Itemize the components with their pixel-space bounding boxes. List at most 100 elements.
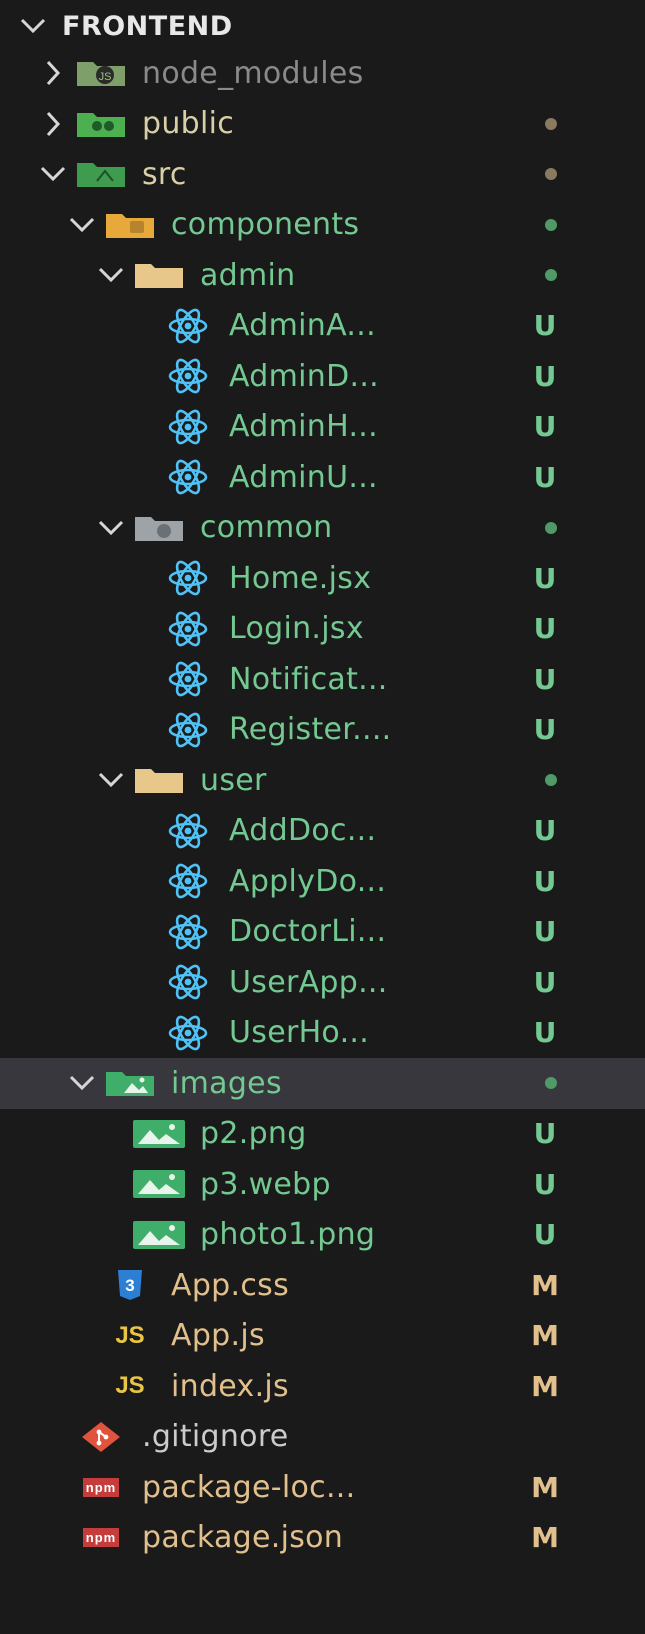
js-icon: JS xyxy=(115,1372,145,1400)
tree-item-components[interactable]: components xyxy=(0,200,645,251)
tree-item-index-js[interactable]: JS index.js M xyxy=(0,1361,645,1412)
tree-item-label: common xyxy=(200,510,333,546)
src-folder-icon xyxy=(72,154,130,194)
tree-item-applydo[interactable]: ApplyDo... U xyxy=(0,856,645,907)
react-icon xyxy=(159,558,217,598)
npm-icon: npm xyxy=(72,1467,130,1507)
tree-item-label: AdminH... xyxy=(229,409,378,445)
tree-item-images[interactable]: images xyxy=(0,1058,645,1109)
tree-item-label: DoctorLi... xyxy=(229,914,387,950)
tree-item-label: index.js xyxy=(171,1368,289,1404)
components-folder-icon xyxy=(101,205,159,245)
file-explorer-tree: FRONTEND JS node_modulespublic src componen… xyxy=(0,0,645,1634)
tree-item-adminh[interactable]: AdminH... U xyxy=(0,402,645,453)
react-icon xyxy=(159,306,217,346)
tree-item-label: AdminD... xyxy=(229,358,380,394)
tree-item-label: components xyxy=(171,207,360,243)
chevron-down-icon[interactable] xyxy=(92,509,130,547)
tree-item-label: Register.... xyxy=(229,712,392,748)
public-folder-icon xyxy=(72,104,130,144)
tree-item-admind[interactable]: AdminD... U xyxy=(0,351,645,402)
tree-item-label: ApplyDo... xyxy=(229,863,387,899)
modified-badge: M xyxy=(531,1319,559,1353)
tree-item-adddoc[interactable]: AddDoc... U xyxy=(0,806,645,857)
tree-item-admin[interactable]: admin xyxy=(0,250,645,301)
untracked-badge: U xyxy=(533,915,557,949)
tree-item-label: package-loc... xyxy=(142,1469,356,1505)
tree-item-label: UserApp... xyxy=(229,964,388,1000)
tree-item-package-loc[interactable]: npm package-loc... M xyxy=(0,1462,645,1513)
tree-item-src[interactable]: src xyxy=(0,149,645,200)
chevron-right-icon[interactable] xyxy=(34,54,72,92)
untracked-badge: U xyxy=(533,713,557,747)
folder-icon xyxy=(130,760,188,800)
react-icon xyxy=(159,1013,217,1053)
react-icon xyxy=(159,659,217,699)
untracked-badge: U xyxy=(533,460,557,494)
changes-dot-indicator xyxy=(545,1077,557,1090)
tree-item-label: images xyxy=(171,1065,282,1101)
tree-item-label: Login.jsx xyxy=(229,611,364,647)
tree-item-common[interactable]: common xyxy=(0,503,645,554)
chevron-down-icon[interactable] xyxy=(92,256,130,294)
explorer-root-label: FRONTEND xyxy=(62,10,233,42)
explorer-root-frontend[interactable]: FRONTEND xyxy=(0,0,645,52)
untracked-badge: U xyxy=(533,864,557,898)
js-folder-icon: JS xyxy=(72,53,130,93)
tree-item-home-jsx[interactable]: Home.jsx U xyxy=(0,553,645,604)
modified-badge: M xyxy=(531,1369,559,1403)
common-folder-icon xyxy=(130,508,188,548)
tree-item-app-js[interactable]: JS App.js M xyxy=(0,1311,645,1362)
untracked-badge: U xyxy=(533,359,557,393)
tree-item-doctorli[interactable]: DoctorLi... U xyxy=(0,907,645,958)
tree-item-photo1-png[interactable]: photo1.png U xyxy=(0,1210,645,1261)
tree-item-p2-png[interactable]: p2.png U xyxy=(0,1109,645,1160)
react-icon xyxy=(159,912,217,952)
tree-item-package-json[interactable]: npm package.json M xyxy=(0,1513,645,1564)
chevron-down-icon[interactable] xyxy=(63,1064,101,1102)
svg-text:3: 3 xyxy=(125,1276,134,1295)
npm-icon: npm xyxy=(72,1518,130,1558)
tree-item-label: node_modules xyxy=(142,55,364,91)
chevron-down-icon[interactable] xyxy=(92,761,130,799)
tree-item-login-jsx[interactable]: Login.jsx U xyxy=(0,604,645,655)
image-icon xyxy=(130,1114,188,1154)
untracked-badge: U xyxy=(533,561,557,595)
tree-item-node-modules[interactable]: JS node_modules xyxy=(0,48,645,99)
css-icon: 3 xyxy=(101,1265,159,1305)
tree-item-label: package.json xyxy=(142,1520,344,1556)
tree-item-label: AddDoc... xyxy=(229,813,377,849)
react-icon xyxy=(159,861,217,901)
tree-item-label: p2.png xyxy=(200,1116,307,1152)
tree-item-label: AdminU... xyxy=(229,459,378,495)
chevron-down-icon[interactable] xyxy=(63,206,101,244)
tree-item-admina[interactable]: AdminA... U xyxy=(0,301,645,352)
tree-item-user[interactable]: user xyxy=(0,755,645,806)
tree-item-notificat[interactable]: Notificat... U xyxy=(0,654,645,705)
tree-item-userho[interactable]: UserHo... U xyxy=(0,1008,645,1059)
untracked-badge: U xyxy=(533,1167,557,1201)
untracked-badge: U xyxy=(533,1218,557,1252)
tree-item-gitignore[interactable]: .gitignore xyxy=(0,1412,645,1463)
tree-item-userapp[interactable]: UserApp... U xyxy=(0,957,645,1008)
changes-dot-indicator xyxy=(545,168,557,181)
tree-item-label: admin xyxy=(200,257,296,293)
tree-item-public[interactable]: public xyxy=(0,99,645,150)
chevron-down-icon[interactable] xyxy=(34,155,72,193)
react-icon xyxy=(159,962,217,1002)
tree-item-label: AdminA... xyxy=(229,308,376,344)
tree-item-label: src xyxy=(142,156,187,192)
chevron-down-icon[interactable] xyxy=(14,7,52,45)
folder-icon xyxy=(130,255,188,295)
image-icon xyxy=(130,1164,188,1204)
tree-item-app-css[interactable]: 3 App.css M xyxy=(0,1260,645,1311)
image-icon xyxy=(130,1215,188,1255)
react-icon xyxy=(159,710,217,750)
tree-item-label: user xyxy=(200,762,267,798)
tree-item-label: public xyxy=(142,106,235,142)
chevron-right-icon[interactable] xyxy=(34,105,72,143)
tree-item-p3-webp[interactable]: p3.webp U xyxy=(0,1159,645,1210)
untracked-badge: U xyxy=(533,410,557,444)
tree-item-adminu[interactable]: AdminU... U xyxy=(0,452,645,503)
tree-item-register[interactable]: Register.... U xyxy=(0,705,645,756)
